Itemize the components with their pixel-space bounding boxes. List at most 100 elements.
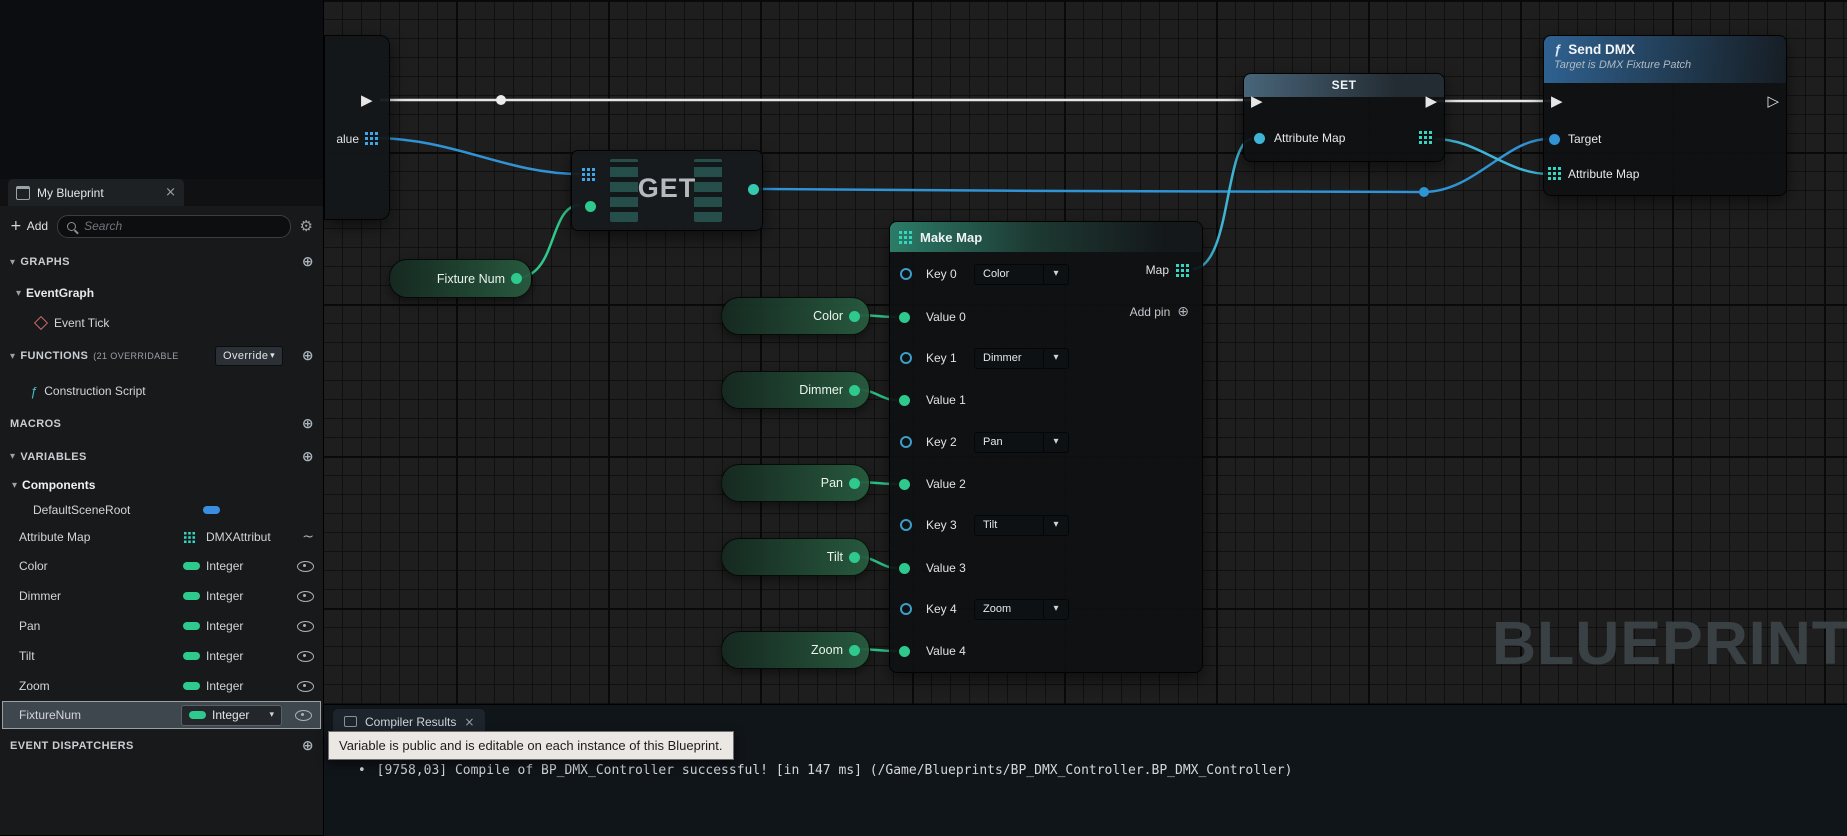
section-functions[interactable]: ▾ FUNCTIONS (21 OVERRIDABLE Override ▾ ⊕ xyxy=(0,338,323,374)
key-4-dropdown[interactable]: Zoom xyxy=(974,599,1046,620)
output-pin[interactable] xyxy=(849,645,860,656)
tab-close-icon[interactable]: × xyxy=(165,185,176,200)
send-dmx-node[interactable]: ƒ Send DMX Target is DMX Fixture Patch ▶… xyxy=(1543,35,1787,196)
visibility-eye-icon[interactable] xyxy=(297,621,314,632)
settings-gear-icon[interactable]: ⚙ xyxy=(300,217,313,235)
tab-my-blueprint[interactable]: My Blueprint × xyxy=(8,179,184,206)
exec-out-pin[interactable]: ▶ xyxy=(1425,94,1437,109)
map-input-pin-icon[interactable] xyxy=(582,168,595,181)
dimmer-variable-node[interactable]: Dimmer xyxy=(721,371,870,409)
variable-row-dimmer[interactable]: Dimmer Integer xyxy=(0,581,323,611)
category-components[interactable]: ▾ Components xyxy=(0,473,323,497)
add-macro-icon[interactable]: ⊕ xyxy=(302,416,314,432)
expander-icon[interactable]: ▾ xyxy=(10,351,15,362)
key-1-dropdown[interactable]: Dimmer xyxy=(974,348,1046,369)
expander-icon[interactable]: ▾ xyxy=(10,451,15,462)
variable-row-color[interactable]: Color Integer xyxy=(0,551,323,581)
add-function-icon[interactable]: ⊕ xyxy=(302,348,314,364)
visibility-eye-icon[interactable] xyxy=(297,651,314,662)
attribute-map-input-pin-icon[interactable] xyxy=(1548,167,1561,180)
value-0-pin[interactable] xyxy=(899,312,910,323)
section-event-dispatchers[interactable]: EVENT DISPATCHERS ⊕ xyxy=(0,729,323,763)
value-1-pin[interactable] xyxy=(899,395,910,406)
pan-variable-node[interactable]: Pan xyxy=(721,464,870,502)
zoom-variable-node[interactable]: Zoom xyxy=(721,631,870,669)
visibility-eye-icon[interactable] xyxy=(297,561,314,572)
add-graph-icon[interactable]: ⊕ xyxy=(302,254,314,270)
variable-row-zoom[interactable]: Zoom Integer xyxy=(0,671,323,701)
exec-out-pin[interactable]: ▷ xyxy=(1767,94,1779,109)
exec-in-pin[interactable]: ▶ xyxy=(1551,94,1563,109)
variable-row-attribute-map[interactable]: Attribute Map DMXAttribut ~ xyxy=(0,523,323,551)
pill-label: Color xyxy=(722,298,843,334)
container-type-icon[interactable]: ~ xyxy=(302,529,314,545)
exec-in-pin[interactable]: ▶ xyxy=(1251,94,1263,109)
compiler-log-line[interactable]: • [9758,03] Compile of BP_DMX_Controller… xyxy=(358,763,1292,778)
visibility-eye-icon[interactable] xyxy=(295,710,312,721)
section-graphs[interactable]: ▾ GRAPHS ⊕ xyxy=(0,246,323,278)
expander-icon[interactable]: ▾ xyxy=(12,480,17,491)
key-3-dropdown[interactable]: Tilt xyxy=(974,515,1046,536)
output-pin[interactable] xyxy=(849,552,860,563)
section-variables[interactable]: ▾ VARIABLES ⊕ xyxy=(0,440,323,473)
get-output-pin[interactable] xyxy=(748,184,759,195)
value-2-pin[interactable] xyxy=(899,479,910,490)
exec-out-pin[interactable]: ▶ xyxy=(361,93,373,108)
add-variable-icon[interactable]: ⊕ xyxy=(302,449,314,465)
key-3-pin[interactable] xyxy=(900,519,912,531)
override-dropdown[interactable]: Override ▾ xyxy=(215,346,283,366)
get-node[interactable]: GET xyxy=(571,150,763,231)
variable-type-dropdown[interactable]: Integer ▾ xyxy=(181,705,282,726)
fixture-num-variable-node[interactable]: Fixture Num xyxy=(389,259,532,298)
key-0-pin[interactable] xyxy=(900,268,912,280)
key-4-chevron-icon[interactable]: ▾ xyxy=(1043,599,1069,620)
expander-icon[interactable]: ▾ xyxy=(10,257,15,268)
index-input-pin[interactable] xyxy=(585,201,596,212)
key-1-pin[interactable] xyxy=(900,352,912,364)
tilt-variable-node[interactable]: Tilt xyxy=(721,538,870,576)
search-input[interactable] xyxy=(82,218,280,234)
key-0-chevron-icon[interactable]: ▾ xyxy=(1043,264,1069,285)
key-2-dropdown[interactable]: Pan xyxy=(974,432,1046,453)
panel-toolbar: + Add ⚙ xyxy=(0,206,323,246)
set-attribute-map-node[interactable]: SET ▶ ▶ Attribute Map xyxy=(1243,73,1445,162)
map-pin-icon[interactable] xyxy=(365,132,378,145)
function-item-construction-script[interactable]: ƒ Construction Script xyxy=(0,374,323,408)
search-box[interactable] xyxy=(57,215,290,238)
variable-row-tilt[interactable]: Tilt Integer xyxy=(0,641,323,671)
clipped-node[interactable]: ▶ alue xyxy=(324,35,390,220)
output-pin[interactable] xyxy=(849,385,860,396)
color-variable-node[interactable]: Color xyxy=(721,297,870,335)
make-map-node[interactable]: Make Map Map Add pin ⊕ Key 0 Color ▾ Val… xyxy=(889,221,1203,673)
variable-row-pan[interactable]: Pan Integer xyxy=(0,611,323,641)
target-input-pin[interactable] xyxy=(1549,134,1560,145)
output-pin[interactable] xyxy=(849,311,860,322)
key-3-chevron-icon[interactable]: ▾ xyxy=(1043,515,1069,536)
add-button[interactable]: + Add xyxy=(10,218,48,234)
value-3-pin[interactable] xyxy=(899,563,910,574)
key-1-chevron-icon[interactable]: ▾ xyxy=(1043,348,1069,369)
output-pin[interactable] xyxy=(511,273,522,284)
data-reroute-dot[interactable] xyxy=(1419,187,1429,197)
pill-label: Tilt xyxy=(722,539,843,575)
variable-name: Dimmer xyxy=(19,589,61,603)
attribute-map-input-pin[interactable] xyxy=(1254,133,1265,144)
output-pin[interactable] xyxy=(849,478,860,489)
key-4-pin[interactable] xyxy=(900,603,912,615)
variable-row-fixturenum[interactable]: FixtureNum Integer ▾ xyxy=(2,701,321,729)
variable-row-defaultsceneroot[interactable]: DefaultSceneRoot xyxy=(0,497,323,523)
exec-reroute-dot[interactable] xyxy=(496,95,506,105)
key-2-pin[interactable] xyxy=(900,436,912,448)
add-event-dispatcher-icon[interactable]: ⊕ xyxy=(302,738,314,754)
expander-icon[interactable]: ▾ xyxy=(16,288,21,299)
graph-item-event-tick[interactable]: Event Tick xyxy=(0,308,323,338)
key-2-chevron-icon[interactable]: ▾ xyxy=(1043,432,1069,453)
key-0-dropdown[interactable]: Color xyxy=(974,264,1046,285)
attribute-map-output-pin-icon[interactable] xyxy=(1419,131,1432,144)
visibility-eye-icon[interactable] xyxy=(297,681,314,692)
graph-item-eventgraph[interactable]: ▾ EventGraph xyxy=(0,278,323,308)
section-macros[interactable]: MACROS ⊕ xyxy=(0,408,323,440)
tab-close-icon[interactable]: × xyxy=(464,715,474,729)
visibility-eye-icon[interactable] xyxy=(297,591,314,602)
value-4-pin[interactable] xyxy=(899,646,910,657)
